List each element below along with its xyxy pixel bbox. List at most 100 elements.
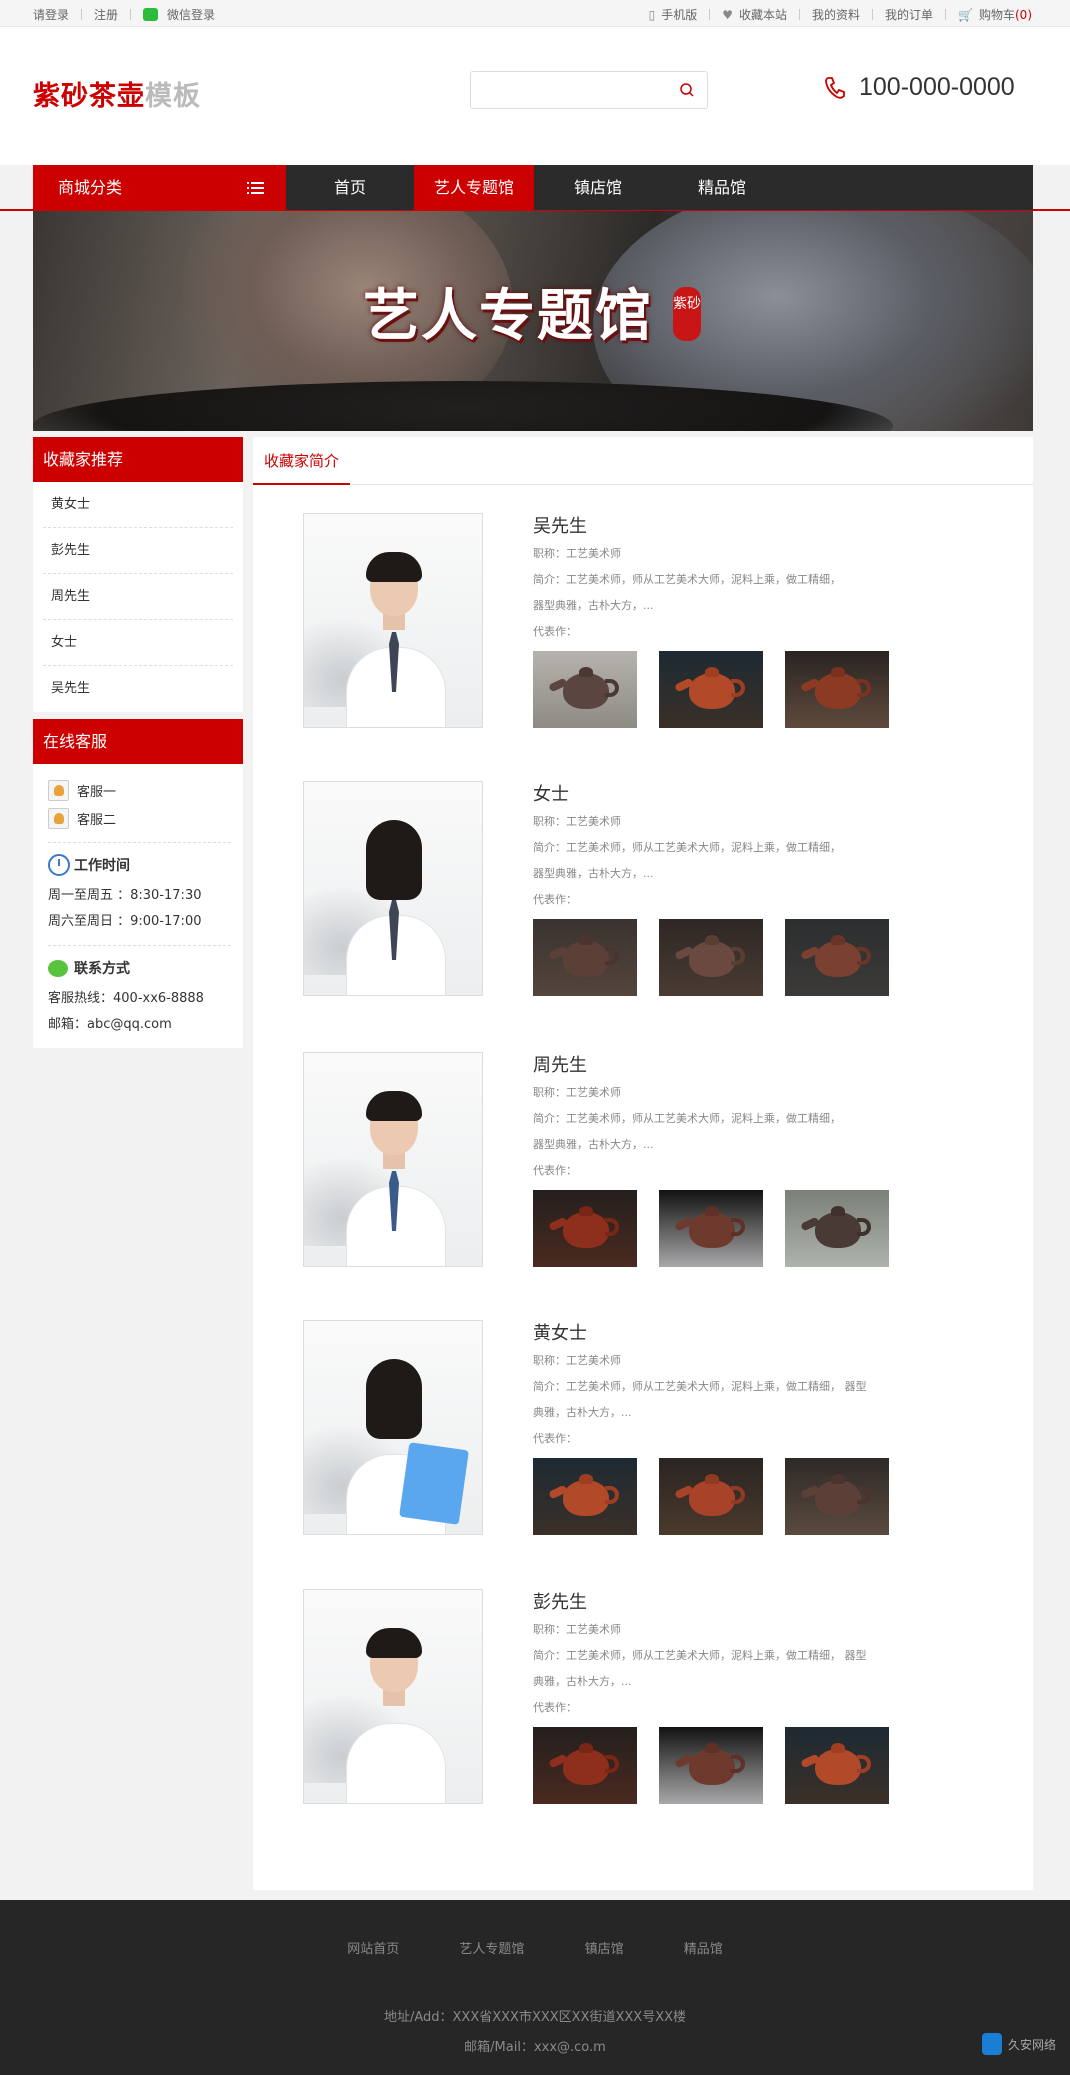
artist-photo[interactable] <box>303 1320 483 1535</box>
header: 紫砂茶壶模板 100-000-0000 <box>0 27 1070 165</box>
category-menu[interactable]: 商城分类 <box>33 165 286 210</box>
teapot-image[interactable] <box>659 1727 763 1804</box>
teapot-image[interactable] <box>659 919 763 996</box>
footer-address: 地址/Add：XXX省XXX市XXX区XX街道XXX号XX楼 <box>383 2010 687 2025</box>
hotline: 100-000-0000 <box>823 73 1015 102</box>
footer-link-home[interactable]: 网站首页 <box>347 1942 399 1957</box>
artist-photo[interactable] <box>303 781 483 996</box>
watermark-logo-icon <box>981 2033 1002 2055</box>
footer-link-treasures[interactable]: 镇店馆 <box>585 1942 624 1957</box>
collectors-panel: 收藏家推荐 黄女士 彭先生 周先生 女士 吴先生 <box>33 437 243 712</box>
orders-link[interactable]: 我的订单 <box>885 6 933 23</box>
collector-item[interactable]: 周先生 <box>43 574 233 620</box>
banner-seal: 紫砂 <box>673 287 701 341</box>
service-panel: 在线客服 客服一 客服二 工作时间 周一至周五 ：8:30-17:30 周六至周… <box>33 719 243 1048</box>
works-gallery <box>533 1190 953 1267</box>
logo-sub: 模板 <box>145 81 201 112</box>
footer-link-artists[interactable]: 艺人专题馆 <box>459 1942 524 1957</box>
nav-boutique[interactable]: 精品馆 <box>662 165 782 210</box>
favorite-link[interactable]: 收藏本站 <box>739 6 787 23</box>
divider <box>130 9 132 20</box>
divider <box>48 945 231 946</box>
divider <box>709 9 711 20</box>
clock-icon <box>48 854 70 876</box>
artist-intro: 器型典雅，古朴大方，... <box>533 867 654 880</box>
artist-photo[interactable] <box>303 1052 483 1267</box>
works-label: 代表作： <box>533 1701 577 1714</box>
works-gallery <box>533 1458 953 1535</box>
teapot-image[interactable] <box>533 1190 637 1267</box>
works-gallery <box>533 1727 953 1804</box>
divider <box>81 9 83 20</box>
collector-item[interactable]: 女士 <box>43 620 233 666</box>
teapot-image[interactable] <box>785 1190 889 1267</box>
works-label: 代表作： <box>533 1164 577 1177</box>
teapot-image[interactable] <box>785 919 889 996</box>
sidebar: 收藏家推荐 黄女士 彭先生 周先生 女士 吴先生 在线客服 客服一 客服二 工作… <box>33 437 243 1048</box>
service-title: 在线客服 <box>33 719 243 764</box>
artist-photo[interactable] <box>303 513 483 728</box>
mobile-icon: ▯ <box>648 7 656 22</box>
teapot-image[interactable] <box>785 1727 889 1804</box>
search-icon[interactable] <box>679 82 695 98</box>
tab-collector-intro[interactable]: 收藏家简介 <box>253 437 351 485</box>
collector-item[interactable]: 吴先生 <box>43 666 233 712</box>
artist-intro: 简介：工艺美术师，师从工艺美术大师，泥料上乘，做工精细， <box>533 1112 841 1125</box>
artist-name[interactable]: 周先生 <box>533 1052 953 1080</box>
artist-intro: 典雅，古朴大方，... <box>533 1406 632 1419</box>
search-input[interactable] <box>471 72 661 108</box>
teapot-image[interactable] <box>659 651 763 728</box>
phone-number: 100-000-0000 <box>859 73 1015 101</box>
collector-item[interactable]: 彭先生 <box>43 528 233 574</box>
teapot-image[interactable] <box>533 651 637 728</box>
collectors-title: 收藏家推荐 <box>33 437 243 482</box>
artist-name[interactable]: 吴先生 <box>533 513 953 541</box>
nav-items: 首页 艺人专题馆 镇店馆 精品馆 <box>286 165 782 210</box>
cart-icon: 🛒 <box>958 7 973 22</box>
wechat-login-link[interactable]: 微信登录 <box>167 6 215 23</box>
agent-label: 客服二 <box>77 812 117 828</box>
nav-artists[interactable]: 艺人专题馆 <box>414 165 534 210</box>
contact-line: 客服热线：400-xx6-8888 <box>48 991 204 1006</box>
main-content: 收藏家简介 吴先生 职称：工艺美术师 简介：工艺美术师，师从工艺美术大师，泥料上… <box>253 437 1033 1890</box>
heart-icon: ♥ <box>722 7 733 22</box>
teapot-image[interactable] <box>785 1458 889 1535</box>
mobile-link[interactable]: 手机版 <box>661 6 697 23</box>
nav-home[interactable]: 首页 <box>286 165 414 210</box>
hours-line: 周一至周五 ：8:30-17:30 <box>48 888 202 903</box>
nav-treasures[interactable]: 镇店馆 <box>534 165 662 210</box>
service-agent[interactable]: 客服二 <box>48 804 231 832</box>
site-logo[interactable]: 紫砂茶壶模板 <box>33 74 201 113</box>
artist-intro: 简介：工艺美术师，师从工艺美术大师，泥料上乘，做工精细， <box>533 573 841 586</box>
qq-icon <box>48 807 69 829</box>
profile-link[interactable]: 我的资料 <box>812 6 860 23</box>
service-agent[interactable]: 客服一 <box>48 776 231 804</box>
banner-title: 艺人专题馆 <box>363 283 653 349</box>
artist-intro: 简介：工艺美术师，师从工艺美术大师，泥料上乘，做工精细， <box>533 841 841 854</box>
contact-heading: 联系方式 <box>48 956 231 980</box>
artist-name[interactable]: 女士 <box>533 781 953 809</box>
category-label: 商城分类 <box>58 178 123 197</box>
hours-line: 周六至周日 ：9:00-17:00 <box>48 914 202 929</box>
teapot-image[interactable] <box>533 1727 637 1804</box>
collector-item[interactable]: 黄女士 <box>43 482 233 528</box>
teapot-image[interactable] <box>659 1190 763 1267</box>
works-label: 代表作： <box>533 625 577 638</box>
cart-link[interactable]: 购物车 <box>979 6 1015 23</box>
qq-icon <box>48 779 69 801</box>
register-link[interactable]: 注册 <box>94 6 118 23</box>
footer-email: 邮箱/Mail：xxx@.co.m <box>464 2040 606 2055</box>
teapot-image[interactable] <box>533 919 637 996</box>
teapot-image[interactable] <box>785 651 889 728</box>
artist-name[interactable]: 彭先生 <box>533 1589 953 1617</box>
teapot-image[interactable] <box>659 1458 763 1535</box>
watermark: 久安网络 <box>981 2033 1056 2055</box>
login-link[interactable]: 请登录 <box>33 6 69 23</box>
artist-name[interactable]: 黄女士 <box>533 1320 953 1348</box>
search-box <box>470 71 708 109</box>
footer-link-boutique[interactable]: 精品馆 <box>684 1942 723 1957</box>
artist-photo[interactable] <box>303 1589 483 1804</box>
artist-title: 职称：工艺美术师 <box>533 1354 621 1367</box>
teapot-image[interactable] <box>533 1458 637 1535</box>
artist-intro: 器型典雅，古朴大方，... <box>533 599 654 612</box>
